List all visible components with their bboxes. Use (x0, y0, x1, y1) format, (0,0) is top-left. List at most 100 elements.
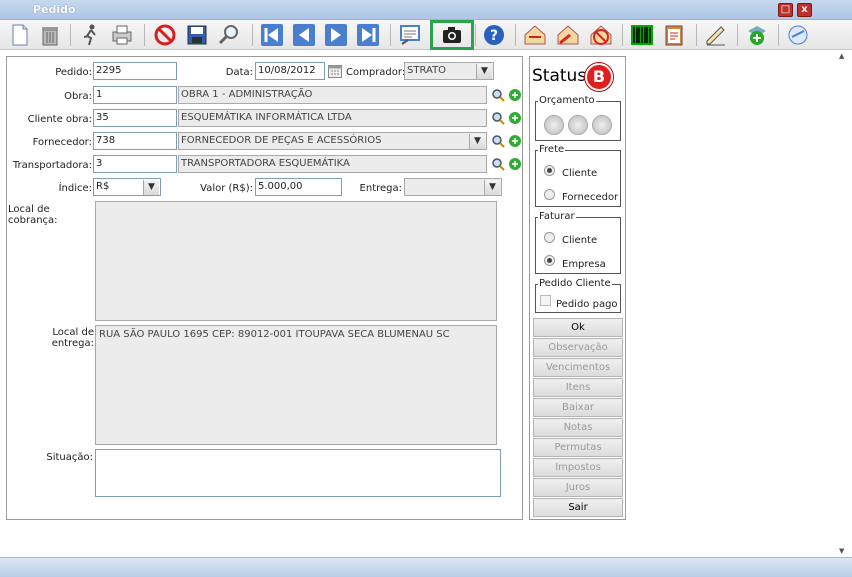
faturar-legend: Faturar (538, 211, 576, 222)
indice-value: R$ (96, 181, 110, 192)
chevron-down-icon[interactable]: ▼ (143, 180, 159, 195)
notas-button[interactable]: Notas (533, 418, 623, 437)
cancel-icon[interactable] (153, 23, 177, 47)
frete-fornecedor-radio[interactable] (544, 189, 555, 200)
sair-button[interactable]: Sair (533, 498, 623, 517)
title-bar: Pedido □ x (0, 0, 852, 20)
run-icon[interactable] (78, 23, 102, 47)
toolbar: ? (0, 20, 852, 50)
add-icon[interactable] (508, 111, 522, 125)
faturar-group: Faturar Cliente Empresa (535, 211, 621, 274)
barcode-icon[interactable] (630, 23, 654, 47)
camera-highlight-box (430, 20, 474, 50)
cliente-obra-label: Cliente obra: (27, 114, 92, 125)
frete-group: Frete Cliente Fornecedor (535, 144, 621, 207)
baixar-button[interactable]: Baixar (533, 398, 623, 417)
cliente-name-field: ESQUEMÁTIKA INFORMÁTICA LTDA (178, 109, 487, 127)
transportadora-name-field: TRANSPORTADORA ESQUEMÁTIKA (178, 155, 487, 173)
orcamento-group: Orçamento (535, 95, 621, 141)
valor-label: Valor (R$): (200, 183, 253, 194)
faturar-cliente-radio[interactable] (544, 232, 555, 243)
impostos-button[interactable]: Impostos (533, 458, 623, 477)
save-icon[interactable] (185, 23, 209, 47)
search-icon[interactable] (217, 23, 241, 47)
faturar-empresa-label: Empresa (562, 259, 606, 270)
valor-input[interactable]: 5.000,00 (255, 178, 342, 196)
itens-button[interactable]: Itens (533, 378, 623, 397)
status-bar (0, 557, 852, 577)
fornecedor-label: Fornecedor: (32, 137, 92, 148)
trash-icon[interactable] (38, 23, 62, 47)
comprador-label: Comprador: (346, 67, 406, 78)
add-icon[interactable] (508, 88, 522, 102)
chevron-down-icon[interactable]: ▼ (484, 180, 500, 195)
pedido-cliente-group: Pedido Cliente Pedido pago (535, 278, 621, 313)
pedido-input[interactable]: 2295 (93, 62, 177, 80)
status-label: Status (532, 66, 587, 86)
frete-fornecedor-label: Fornecedor (562, 192, 619, 203)
pedido-pago-checkbox[interactable] (540, 295, 551, 306)
new-document-icon[interactable] (8, 23, 32, 47)
indice-select[interactable]: R$ ▼ (93, 178, 161, 196)
entrega-select[interactable]: ▼ (404, 178, 502, 196)
cliente-code-input[interactable]: 35 (93, 109, 177, 127)
send-icon[interactable] (523, 23, 547, 47)
add-icon[interactable] (508, 157, 522, 171)
permutas-button[interactable]: Permutas (533, 438, 623, 457)
frete-cliente-radio[interactable] (544, 165, 555, 176)
pedido-pago-label: Pedido pago (556, 299, 618, 310)
calendar-icon[interactable] (328, 64, 342, 78)
maximize-button[interactable]: □ (778, 3, 793, 17)
transportadora-code-input[interactable]: 3 (93, 155, 177, 173)
search-icon[interactable] (491, 134, 505, 148)
search-icon[interactable] (491, 157, 505, 171)
next-record-icon[interactable] (324, 23, 348, 47)
faturar-empresa-radio[interactable] (544, 255, 555, 266)
svg-text:?: ? (490, 28, 498, 44)
fornecedor-select[interactable]: FORNECEDOR DE PEÇAS E ACESSÓRIOS ▼ (178, 132, 487, 150)
mail-send-icon[interactable] (556, 23, 580, 47)
entrega-label: Entrega: (359, 183, 402, 194)
pedido-window: Pedido □ x ? Pedido: 2295 Data: 10/08/20… (0, 0, 852, 577)
add-icon[interactable] (508, 134, 522, 148)
comprador-value: STRATO (407, 65, 447, 76)
local-entrega-label: Local de entrega: (51, 327, 94, 349)
sync-icon[interactable] (786, 23, 810, 47)
chevron-down-icon[interactable]: ▼ (476, 64, 492, 79)
chevron-down-icon[interactable]: ▼ (469, 134, 485, 149)
window-title: Pedido (33, 3, 76, 16)
situacao-textarea[interactable] (95, 449, 501, 497)
data-input[interactable]: 10/08/2012 (255, 62, 325, 80)
first-record-icon[interactable] (260, 23, 284, 47)
obra-code-input[interactable]: 1 (93, 86, 177, 104)
scrollbar[interactable]: ▲ ▼ (836, 50, 852, 557)
clipboard-icon[interactable] (662, 23, 686, 47)
observacao-button[interactable]: Observação (533, 338, 623, 357)
juros-button[interactable]: Juros (533, 478, 623, 497)
frete-cliente-label: Cliente (562, 168, 598, 179)
mail-cancel-icon[interactable] (589, 23, 613, 47)
search-icon[interactable] (491, 88, 505, 102)
search-icon[interactable] (491, 111, 505, 125)
print-icon[interactable] (110, 23, 134, 47)
local-entrega-textarea[interactable]: RUA SÃO PAULO 1695 CEP: 89012-001 ITOUPA… (95, 325, 497, 445)
local-cobranca-label: Local de cobrança: (8, 204, 58, 226)
scroll-down-icon[interactable]: ▼ (839, 547, 844, 555)
fornecedor-code-input[interactable]: 738 (93, 132, 177, 150)
ok-button[interactable]: Ok (533, 318, 623, 337)
add-item-icon[interactable] (745, 23, 769, 47)
orcamento-light-1 (544, 115, 564, 135)
report-icon[interactable] (398, 23, 422, 47)
last-record-icon[interactable] (356, 23, 380, 47)
help-icon[interactable]: ? (482, 23, 506, 47)
obra-name-field: OBRA 1 - ADMINISTRAÇÃO (178, 86, 487, 104)
vencimentos-button[interactable]: Vencimentos (533, 358, 623, 377)
previous-record-icon[interactable] (292, 23, 316, 47)
scroll-up-icon[interactable]: ▲ (839, 52, 844, 60)
close-button[interactable]: x (797, 3, 812, 17)
orcamento-light-3 (592, 115, 612, 135)
comprador-select[interactable]: STRATO ▼ (404, 62, 494, 80)
obra-label: Obra: (64, 91, 92, 102)
sign-icon[interactable] (704, 23, 728, 47)
local-cobranca-textarea[interactable] (95, 201, 497, 321)
